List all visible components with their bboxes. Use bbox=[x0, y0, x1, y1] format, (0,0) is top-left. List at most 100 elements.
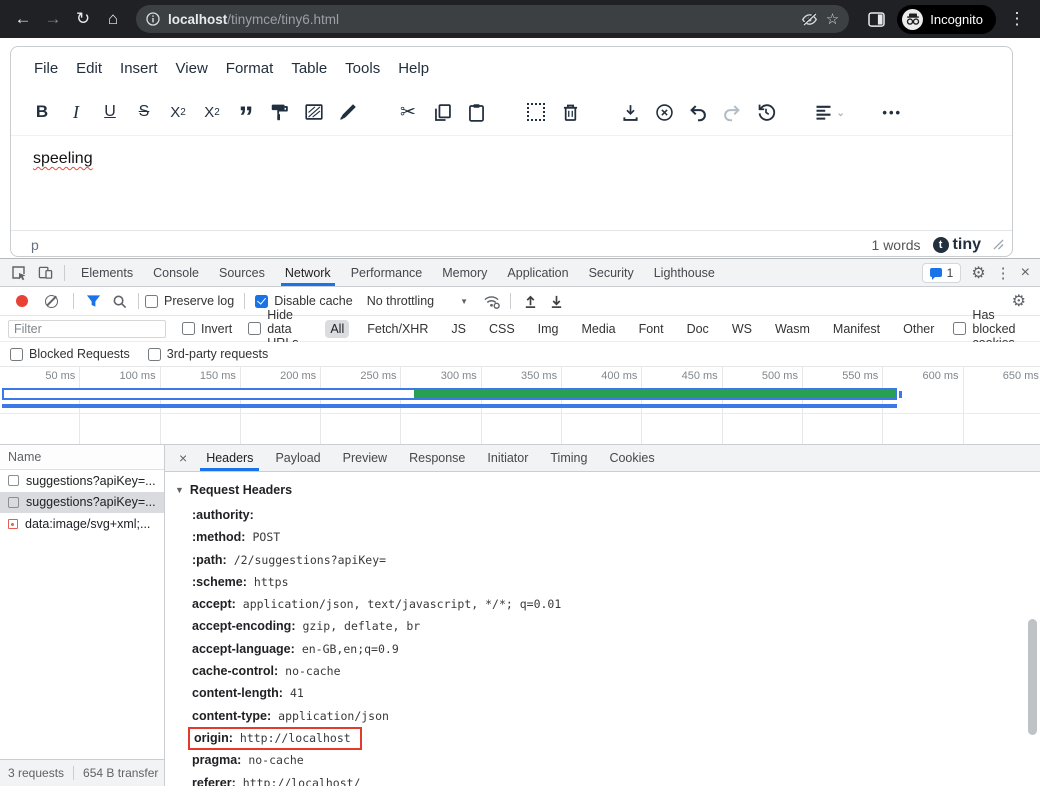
disable-cache-checkbox[interactable]: Disable cache bbox=[255, 294, 353, 308]
devtools-tab[interactable]: Memory bbox=[432, 259, 497, 286]
editor-menu-item[interactable]: Insert bbox=[111, 55, 167, 82]
devtools-tab[interactable]: Elements bbox=[71, 259, 143, 286]
invert-checkbox[interactable]: Invert bbox=[182, 322, 232, 336]
editor-menu-item[interactable]: Table bbox=[282, 55, 336, 82]
editor-menu-item[interactable]: File bbox=[25, 55, 67, 82]
address-bar[interactable]: localhost/tinymce/tiny6.html ☆ bbox=[136, 5, 849, 33]
more-options-icon[interactable]: ••• bbox=[875, 95, 909, 129]
devtools-tab[interactable]: Sources bbox=[209, 259, 275, 286]
devtools-tab[interactable]: Console bbox=[143, 259, 209, 286]
blocked-requests-checkbox[interactable]: Blocked Requests bbox=[10, 347, 130, 361]
request-headers-section-toggle[interactable]: ▼ Request Headers bbox=[175, 480, 1040, 500]
close-devtools-icon[interactable]: × bbox=[1021, 264, 1030, 282]
browser-menu-icon[interactable]: ⋮ bbox=[1004, 6, 1030, 32]
devtools-tab[interactable]: Application bbox=[497, 259, 578, 286]
format-painter-icon[interactable] bbox=[263, 95, 297, 129]
permanent-pen-icon[interactable] bbox=[331, 95, 365, 129]
network-overview-timeline[interactable]: 50 ms100 ms150 ms200 ms250 ms300 ms350 m… bbox=[0, 367, 1040, 445]
devtools-tab[interactable]: Performance bbox=[341, 259, 433, 286]
cut-icon[interactable]: ✂ bbox=[391, 95, 425, 129]
settings-gear-icon[interactable]: ⚙ bbox=[971, 263, 985, 283]
resource-type-filter[interactable]: CSS bbox=[484, 320, 520, 338]
bookmark-star-icon[interactable]: ☆ bbox=[826, 10, 839, 28]
eye-off-icon[interactable] bbox=[801, 12, 818, 27]
import-har-icon[interactable] bbox=[517, 289, 543, 313]
device-toolbar-icon[interactable] bbox=[32, 261, 58, 285]
redo-icon[interactable] bbox=[715, 95, 749, 129]
editor-menu-item[interactable]: Format bbox=[217, 55, 283, 82]
details-tab[interactable]: Initiator bbox=[476, 445, 539, 471]
network-request-row[interactable]: suggestions?apiKey=... bbox=[0, 492, 164, 514]
search-icon[interactable] bbox=[106, 289, 132, 313]
align-left-icon[interactable]: ⌄ bbox=[809, 95, 849, 129]
subscript-icon[interactable]: X2 bbox=[161, 95, 195, 129]
network-conditions-icon[interactable] bbox=[478, 289, 504, 313]
clear-icon[interactable] bbox=[45, 295, 58, 308]
record-icon[interactable] bbox=[16, 295, 28, 307]
export-icon[interactable] bbox=[613, 95, 647, 129]
element-path[interactable]: p bbox=[31, 237, 39, 253]
home-icon[interactable]: ⌂ bbox=[100, 6, 126, 32]
italic-icon[interactable]: I bbox=[59, 95, 93, 129]
resource-type-filter[interactable]: Wasm bbox=[770, 320, 815, 338]
preserve-log-checkbox[interactable]: Preserve log bbox=[145, 294, 234, 308]
resize-handle-icon[interactable] bbox=[993, 239, 1004, 250]
copy-icon[interactable] bbox=[425, 95, 459, 129]
resource-type-filter[interactable]: Font bbox=[634, 320, 669, 338]
resource-type-filter[interactable]: All bbox=[325, 320, 349, 338]
reload-icon[interactable]: ↻ bbox=[70, 6, 96, 32]
details-tab[interactable]: Cookies bbox=[598, 445, 665, 471]
export-har-icon[interactable] bbox=[543, 289, 569, 313]
resource-type-filter[interactable]: Other bbox=[898, 320, 939, 338]
side-panel-icon[interactable] bbox=[863, 6, 889, 32]
editor-content[interactable]: speeling bbox=[11, 135, 1012, 230]
resource-type-filter[interactable]: Media bbox=[577, 320, 621, 338]
editor-menu-item[interactable]: Help bbox=[389, 55, 438, 82]
network-request-row[interactable]: data:image/svg+xml;... bbox=[0, 513, 164, 535]
paste-icon[interactable] bbox=[459, 95, 493, 129]
resource-type-filter[interactable]: WS bbox=[727, 320, 757, 338]
filter-funnel-icon[interactable] bbox=[80, 289, 106, 313]
filter-input[interactable] bbox=[8, 320, 166, 338]
issues-badge[interactable]: 1 bbox=[922, 263, 962, 283]
resource-type-filter[interactable]: Fetch/XHR bbox=[362, 320, 433, 338]
strikethrough-icon[interactable]: S bbox=[127, 95, 161, 129]
devtools-tab[interactable]: Security bbox=[579, 259, 644, 286]
details-tab[interactable]: Response bbox=[398, 445, 476, 471]
editor-menu-item[interactable]: Edit bbox=[67, 55, 111, 82]
third-party-requests-checkbox[interactable]: 3rd-party requests bbox=[148, 347, 268, 361]
details-tab[interactable]: Timing bbox=[539, 445, 598, 471]
underline-icon[interactable]: U bbox=[93, 95, 127, 129]
site-info-icon[interactable] bbox=[146, 12, 160, 26]
word-count[interactable]: 1 words bbox=[872, 237, 921, 253]
inspect-element-icon[interactable] bbox=[6, 261, 32, 285]
delete-icon[interactable] bbox=[553, 95, 587, 129]
tiny-logo[interactable]: t tiny bbox=[933, 236, 981, 254]
select-all-icon[interactable] bbox=[519, 95, 553, 129]
details-tab[interactable]: Payload bbox=[264, 445, 331, 471]
devtools-tab[interactable]: Lighthouse bbox=[644, 259, 725, 286]
incognito-badge[interactable]: Incognito bbox=[897, 5, 996, 34]
media-frame-icon[interactable] bbox=[297, 95, 331, 129]
forward-icon[interactable]: → bbox=[40, 6, 66, 32]
details-tab[interactable]: Preview bbox=[332, 445, 398, 471]
superscript-icon[interactable]: X2 bbox=[195, 95, 229, 129]
editor-menu-item[interactable]: Tools bbox=[336, 55, 389, 82]
resource-type-filter[interactable]: Doc bbox=[682, 320, 714, 338]
back-icon[interactable]: ← bbox=[10, 6, 36, 32]
scrollbar-thumb[interactable] bbox=[1028, 619, 1037, 735]
restore-draft-icon[interactable] bbox=[749, 95, 783, 129]
resource-type-filter[interactable]: JS bbox=[446, 320, 471, 338]
details-tab[interactable]: Headers bbox=[195, 445, 264, 471]
undo-icon[interactable] bbox=[681, 95, 715, 129]
devtools-tab[interactable]: Network bbox=[275, 259, 341, 286]
close-details-icon[interactable]: × bbox=[171, 450, 195, 466]
cancel-icon[interactable] bbox=[647, 95, 681, 129]
misspelled-word[interactable]: speeling bbox=[33, 150, 93, 167]
bold-icon[interactable]: B bbox=[25, 95, 59, 129]
resource-type-filter[interactable]: Manifest bbox=[828, 320, 885, 338]
resource-type-filter[interactable]: Img bbox=[533, 320, 564, 338]
throttling-select[interactable]: No throttling ▼ bbox=[367, 294, 468, 308]
name-column-header[interactable]: Name bbox=[0, 445, 164, 470]
blockquote-icon[interactable]: ” bbox=[229, 95, 263, 129]
